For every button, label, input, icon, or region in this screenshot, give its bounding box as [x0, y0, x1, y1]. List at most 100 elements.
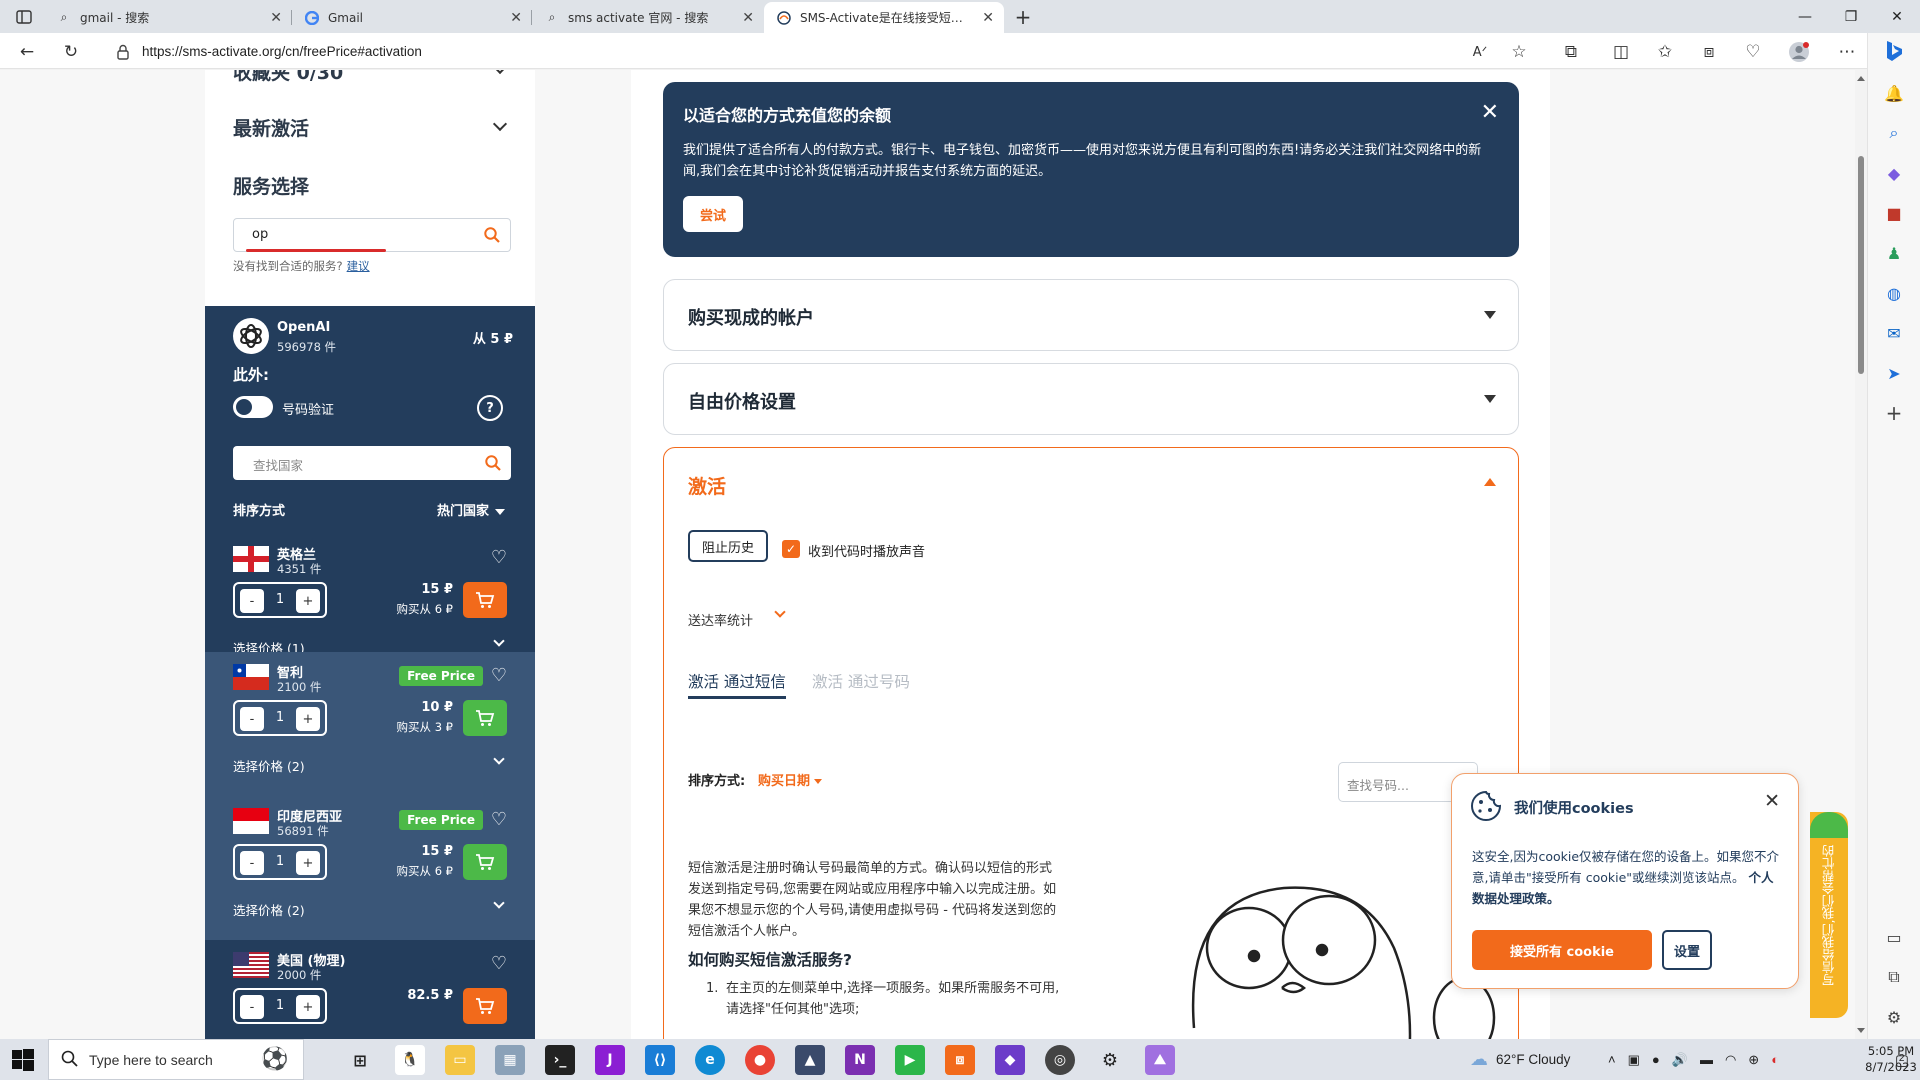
free-price-badge[interactable]: Free Price: [399, 666, 483, 686]
favorite-heart-icon[interactable]: ♡: [491, 665, 507, 686]
microsoft-365-icon[interactable]: ◍: [1880, 279, 1908, 307]
profile-avatar[interactable]: [1786, 39, 1812, 65]
hide-sidebar-icon[interactable]: ▭: [1880, 923, 1908, 951]
favorite-star-icon[interactable]: ☆: [1506, 39, 1532, 65]
select-price-toggle[interactable]: 选择价格 (2): [233, 756, 305, 775]
app-icon[interactable]: ◎: [1045, 1045, 1075, 1075]
search-icon[interactable]: [483, 226, 501, 248]
tab-actions-icon[interactable]: [8, 6, 40, 28]
select-price-toggle[interactable]: 选择价格 (2): [233, 900, 305, 919]
close-icon[interactable]: ✕: [1481, 100, 1499, 125]
tools-briefcase-icon[interactable]: ■: [1880, 199, 1908, 227]
new-tab-button[interactable]: +: [1010, 4, 1036, 30]
selected-service-openai[interactable]: OpenAI 596978 件 从 5 ₽: [233, 318, 513, 358]
cart-button[interactable]: [463, 582, 507, 618]
task-view-icon[interactable]: ⊞: [345, 1045, 375, 1075]
app-icon[interactable]: ⧈: [945, 1045, 975, 1075]
search-icon[interactable]: [484, 454, 502, 476]
photos-icon[interactable]: ▦: [495, 1045, 525, 1075]
refresh-icon[interactable]: ↻: [58, 39, 84, 65]
section-title[interactable]: 激活: [688, 472, 726, 499]
qq-icon[interactable]: 🐧: [395, 1045, 425, 1075]
app-icon[interactable]: ⛰: [1145, 1045, 1175, 1075]
close-tab-icon[interactable]: ✕: [982, 10, 994, 26]
bing-copilot-icon[interactable]: [1880, 37, 1908, 65]
close-tab-icon[interactable]: ✕: [270, 10, 282, 26]
windows-start-icon[interactable]: [12, 1049, 34, 1071]
wifi-icon[interactable]: ◠: [1725, 1052, 1736, 1068]
battery-icon[interactable]: ▬: [1700, 1052, 1713, 1067]
scroll-up-arrow[interactable]: [1857, 76, 1865, 81]
onenote-icon[interactable]: N: [845, 1045, 875, 1075]
address-bar[interactable]: https://sms-activate.org/cn/freePrice#ac…: [104, 38, 1534, 65]
increment-button[interactable]: +: [296, 589, 320, 613]
settings-gear-icon[interactable]: ⚙: [1095, 1045, 1125, 1075]
free-price-section[interactable]: 自由价格设置: [663, 363, 1519, 435]
increment-button[interactable]: +: [296, 707, 320, 731]
chevron-down-icon[interactable]: [493, 635, 505, 647]
network-icon[interactable]: ⊕: [1748, 1052, 1759, 1068]
chevron-down-icon[interactable]: [774, 606, 786, 618]
buy-accounts-section[interactable]: 购买现成的帐户: [663, 279, 1519, 351]
weather-widget[interactable]: ☁ 62°F Cloudy: [1470, 1039, 1570, 1080]
app-icon[interactable]: ◆: [995, 1045, 1025, 1075]
more-menu-icon[interactable]: ⋯: [1834, 39, 1860, 65]
favorite-heart-icon[interactable]: ♡: [491, 809, 507, 830]
minimize-icon[interactable]: —: [1782, 0, 1828, 33]
sort-by-dropdown[interactable]: 购买日期: [758, 770, 822, 789]
tab-sms-activate[interactable]: SMS-Activate是在线接受短信的 ✕: [764, 2, 1004, 33]
tab-gmail-search[interactable]: ⌕ gmail - 搜索 ✕: [44, 2, 292, 33]
scroll-down-arrow[interactable]: [1857, 1028, 1865, 1033]
outlook-icon[interactable]: ✉: [1880, 319, 1908, 347]
free-price-badge[interactable]: Free Price: [399, 810, 483, 830]
delivery-stats-toggle[interactable]: 送达率统计: [688, 610, 753, 629]
suggest-link[interactable]: 建议: [347, 259, 370, 273]
split-screen-icon[interactable]: ◫: [1608, 39, 1634, 65]
chevron-down-icon[interactable]: [492, 116, 508, 132]
notification-center-icon[interactable]: ▢ 2: [1884, 1039, 1920, 1080]
chevron-down-icon[interactable]: [492, 70, 508, 75]
close-tab-icon[interactable]: ✕: [510, 10, 522, 26]
scrollbar-thumb[interactable]: [1858, 156, 1864, 374]
recent-activations-heading[interactable]: 最新激活: [233, 114, 309, 141]
favorite-heart-icon[interactable]: ♡: [491, 953, 507, 974]
app-tray-icon[interactable]: ◐: [1771, 1052, 1779, 1067]
extensions-icon[interactable]: ⧉: [1558, 39, 1584, 65]
try-button[interactable]: 尝试: [683, 196, 743, 232]
service-search-field[interactable]: [233, 218, 511, 252]
cookie-settings-button[interactable]: 设置: [1662, 930, 1712, 970]
close-window-icon[interactable]: ✕: [1874, 0, 1920, 33]
collections-icon[interactable]: ⧈: [1696, 39, 1722, 65]
sound-checkbox[interactable]: ✓: [782, 540, 800, 558]
jetbrains-icon[interactable]: J: [595, 1045, 625, 1075]
favorites-icon[interactable]: ✩: [1652, 39, 1678, 65]
tab-gmail[interactable]: Gmail ✕: [292, 2, 532, 33]
url-text[interactable]: https://sms-activate.org/cn/freePrice#ac…: [142, 44, 422, 59]
chevron-up-icon[interactable]: ˄: [1608, 1052, 1616, 1067]
number-verification-toggle[interactable]: [233, 396, 273, 418]
increment-button[interactable]: +: [296, 851, 320, 875]
favorite-heart-icon[interactable]: ♡: [491, 547, 507, 568]
monitor-icon[interactable]: ▣: [1628, 1052, 1640, 1068]
edge-icon[interactable]: e: [695, 1045, 725, 1075]
country-search-input[interactable]: 查找国家: [233, 446, 511, 480]
open-in-window-icon[interactable]: ⧉: [1880, 963, 1908, 991]
browser-essentials-icon[interactable]: ♡: [1740, 39, 1766, 65]
favorites-heading[interactable]: 收藏夹 0/30: [233, 70, 343, 85]
close-tab-icon[interactable]: ✕: [742, 10, 754, 26]
restore-icon[interactable]: ❐: [1828, 0, 1874, 33]
app-icon[interactable]: ▲: [795, 1045, 825, 1075]
drop-send-icon[interactable]: ➤: [1880, 359, 1908, 387]
help-icon[interactable]: ?: [477, 395, 503, 421]
terminal-icon[interactable]: ›_: [545, 1045, 575, 1075]
cart-button[interactable]: [463, 700, 507, 736]
read-aloud-icon[interactable]: Aᐟ: [1467, 39, 1493, 65]
increment-button[interactable]: +: [296, 995, 320, 1019]
tab-sms-activate-search[interactable]: ⌕ sms activate 官网 - 搜索 ✕: [532, 2, 764, 33]
tab-activation-sms[interactable]: 激活 通过短信: [688, 670, 786, 699]
cart-button[interactable]: [463, 844, 507, 880]
add-sidebar-app-icon[interactable]: +: [1880, 399, 1908, 427]
chevron-down-icon[interactable]: [493, 897, 505, 909]
caret-down-icon[interactable]: [1484, 311, 1496, 319]
caret-down-icon[interactable]: [1484, 395, 1496, 403]
